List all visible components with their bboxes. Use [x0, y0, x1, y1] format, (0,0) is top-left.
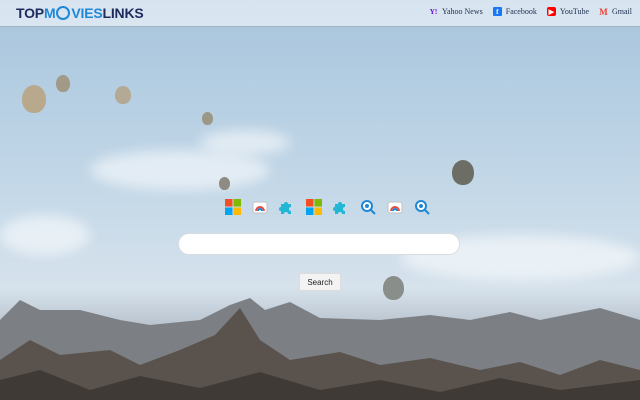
- yahoo-news-link[interactable]: Y! Yahoo News: [429, 7, 483, 16]
- cloud: [0, 215, 90, 255]
- youtube-icon: ▶: [546, 7, 556, 16]
- facebook-link[interactable]: f Facebook: [492, 7, 537, 16]
- film-reel-icon: [56, 6, 71, 20]
- puzzle-icon[interactable]: [332, 198, 350, 216]
- search-input[interactable]: [178, 233, 460, 255]
- balloon: [219, 177, 230, 190]
- youtube-link[interactable]: ▶ YouTube: [546, 7, 589, 16]
- balloon: [56, 75, 70, 92]
- yahoo-news-label: Yahoo News: [442, 7, 483, 16]
- search-button[interactable]: Search: [299, 273, 341, 291]
- balloon: [452, 160, 474, 185]
- youtube-label: YouTube: [559, 7, 589, 16]
- puzzle-icon[interactable]: [278, 198, 296, 216]
- balloon: [115, 86, 131, 104]
- logo-text-links: LINKS: [102, 5, 144, 21]
- logo-text-m: M: [43, 5, 56, 21]
- site-logo[interactable]: TOP M VIES LINKS: [16, 5, 144, 21]
- facebook-icon: f: [492, 7, 502, 16]
- cloud: [90, 150, 270, 190]
- microsoft-icon[interactable]: [305, 198, 323, 216]
- balloon: [22, 85, 46, 113]
- yahoo-icon: Y!: [429, 7, 438, 16]
- microsoft-icon[interactable]: [224, 198, 242, 216]
- header-links: Y! Yahoo News f Facebook ▶ YouTube M Gma…: [429, 6, 632, 17]
- logo-text-top: TOP: [16, 5, 44, 21]
- film-search-icon[interactable]: [413, 198, 431, 216]
- shortcut-icons: [224, 198, 431, 216]
- logo-text-vies: VIES: [71, 5, 103, 21]
- film-search-icon[interactable]: [359, 198, 377, 216]
- paint-icon[interactable]: [386, 198, 404, 216]
- paint-icon[interactable]: [251, 198, 269, 216]
- cloud: [200, 130, 290, 155]
- gmail-icon: M: [599, 6, 608, 17]
- gmail-link[interactable]: M Gmail: [599, 6, 632, 17]
- top-bar: TOP M VIES LINKS Y! Yahoo News f Faceboo…: [0, 0, 640, 27]
- balloon: [202, 112, 213, 125]
- mountain-range: [0, 298, 640, 400]
- facebook-label: Facebook: [505, 7, 537, 16]
- gmail-label: Gmail: [612, 7, 632, 16]
